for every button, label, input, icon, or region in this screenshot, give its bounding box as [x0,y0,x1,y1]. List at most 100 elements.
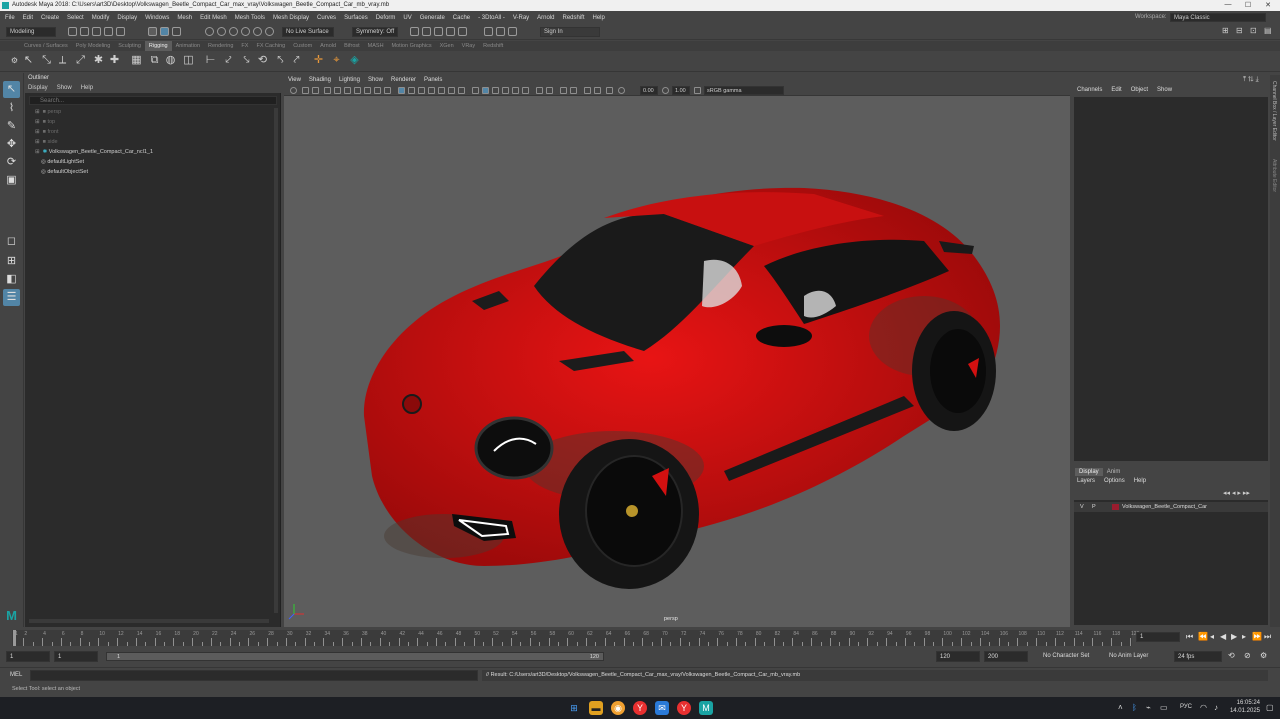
layer-tab-display[interactable]: Display [1075,468,1103,476]
viewport-menu-panels[interactable]: Panels [424,77,442,83]
camera-lock-icon[interactable] [324,87,331,94]
gamma-toggle-icon[interactable] [594,87,601,94]
outliner-item-default-light-set[interactable]: ◎ defaultLightSet [41,157,84,167]
vray-render-icon[interactable] [484,27,493,36]
shelf-tab-mash[interactable]: MASH [364,41,388,51]
open-scene-icon[interactable] [80,27,89,36]
yandex-browser-icon[interactable]: Y [677,701,691,715]
grid-icon[interactable] [560,87,567,94]
menu-mesh-tools[interactable]: Mesh Tools [235,15,265,21]
shelf-tab-custom[interactable]: Custom [289,41,316,51]
step-forward-key-icon[interactable]: ⏩ [1252,633,1262,641]
bind-skin-icon[interactable]: ▦ [130,54,143,67]
menu-curves[interactable]: Curves [317,15,336,21]
bluetooth-icon[interactable]: ᛒ [1132,704,1137,712]
playback-end-field[interactable]: 120 [936,651,980,662]
isolate-select-icon[interactable] [536,87,543,94]
locator-icon[interactable]: ⊢ [204,54,217,67]
menu-help[interactable]: Help [593,15,605,21]
browser-icon[interactable]: ◉ [611,701,625,715]
outliner-item-persp[interactable]: ⊞ ■ persp [35,107,61,117]
play-backwards-icon[interactable]: ◀ [1220,633,1226,641]
step-back-key-icon[interactable]: ⏪ [1198,633,1208,641]
perspective-viewport[interactable]: persp [284,96,1070,627]
xray-joints-icon[interactable] [448,87,455,94]
render-frame-icon[interactable] [422,27,431,36]
menu-surfaces[interactable]: Surfaces [344,15,368,21]
shelf-tab-fx-caching[interactable]: FX Caching [252,41,289,51]
menu-arnold[interactable]: Arnold [537,15,554,21]
snap-view-icon[interactable] [241,27,250,36]
select-component-icon[interactable] [172,27,181,36]
cluster-icon[interactable]: ⤦ [222,54,235,67]
gate-mask-icon[interactable] [354,87,361,94]
menu-mesh-display[interactable]: Mesh Display [273,15,309,21]
animation-start-field[interactable]: 1 [6,651,50,662]
menu-mesh[interactable]: Mesh [177,15,192,21]
notifications-icon[interactable]: ▢ [1266,704,1274,712]
menu-cache[interactable]: Cache [453,15,470,21]
time-ruler[interactable]: 1 2 4 6 8 10 12 14 16 18 20 22 24 26 28 30 32 34 36 38 40 42 4… [12,630,1139,646]
menu-file[interactable]: File [5,15,15,21]
display-icon[interactable]: ▭ [1160,704,1168,712]
insert-joint-icon[interactable]: ⤡ [40,54,53,67]
close-button[interactable]: ✕ [1258,1,1278,10]
select-tool-icon[interactable]: ↖ [3,81,20,98]
step-forward-frame-icon[interactable]: ▸ [1242,633,1246,641]
color-management-icon[interactable] [694,87,701,94]
wireframe-icon[interactable] [398,87,405,94]
expand-icon[interactable]: ⊞ [35,119,40,125]
mash-icon[interactable]: ◈ [348,54,361,67]
menu-redshift[interactable]: Redshift [563,15,585,21]
hypershade-icon[interactable] [458,27,467,36]
pause-icon[interactable] [508,27,517,36]
orient-constraint-icon[interactable]: ✛ [312,54,325,67]
exposure-field[interactable]: 0.00 [640,86,658,95]
minimize-button[interactable]: — [1218,1,1238,10]
redo-icon[interactable] [116,27,125,36]
shelf-tab-rigging[interactable]: Rigging [144,41,172,51]
clock-date[interactable]: 14.01.2025 [1226,708,1260,714]
tray-expand-icon[interactable]: ˄ [1118,704,1123,712]
depth-of-field-icon[interactable] [522,87,529,94]
bookmark-icon[interactable] [302,87,309,94]
play-forwards-icon[interactable]: ▶ [1231,633,1237,641]
camera-attributes-icon[interactable] [290,87,297,94]
anim-layer-dropdown[interactable]: No Anim Layer [1106,651,1168,662]
menu-deform[interactable]: Deform [376,15,396,21]
layer-color-swatch[interactable] [1112,504,1119,510]
layer-row[interactable]: V P Volkswagen_Beetle_Compact_Car [1074,502,1268,512]
save-scene-icon[interactable] [92,27,101,36]
rotate-tool-icon[interactable]: ⟳ [3,154,20,171]
playback-range-bar[interactable]: 1 120 [106,652,604,661]
default-material-icon[interactable] [418,87,425,94]
humanik-icon[interactable]: ✚ [108,54,121,67]
channel-menu-edit[interactable]: Edit [1111,87,1121,93]
motion-blur-icon[interactable] [502,87,509,94]
construction-history-icon[interactable] [410,27,419,36]
attribute-toggle-icon[interactable]: ⊟ [1236,27,1245,36]
shelf-tab-fx[interactable]: FX [237,41,252,51]
channel-menu-show[interactable]: Show [1157,87,1172,93]
channel-menu-object[interactable]: Object [1131,87,1148,93]
playhead[interactable] [13,630,16,646]
animation-end-field[interactable]: 200 [984,651,1028,662]
film-gate-icon[interactable] [334,87,341,94]
safe-title-icon[interactable] [384,87,391,94]
outliner-search-input[interactable]: Search... [29,96,277,105]
select-object-icon[interactable] [160,27,169,36]
snap-point-icon[interactable] [229,27,238,36]
channel-box-toggle-icon[interactable]: ▤ [1264,27,1273,36]
outliner-menu-help[interactable]: Help [81,85,93,91]
layer-tab-anim[interactable]: Anim [1103,468,1125,476]
outliner-item-side[interactable]: ⊞ ■ side [35,137,58,147]
outliner-menu-display[interactable]: Display [28,85,48,91]
resolution-gate-icon[interactable] [344,87,351,94]
color-space-dropdown[interactable]: sRGB gamma [704,86,784,95]
auto-key-icon[interactable]: ⊘ [1244,652,1251,660]
yandex-icon[interactable]: Y [633,701,647,715]
outliner-item-volkswagen[interactable]: ⊞ ✱ Volkswagen_Beetle_Compact_Car_ncl1_1 [35,147,153,157]
xray-icon[interactable] [438,87,445,94]
exposure-reset-icon[interactable] [606,87,613,94]
file-explorer-icon[interactable]: ▬ [589,701,603,715]
